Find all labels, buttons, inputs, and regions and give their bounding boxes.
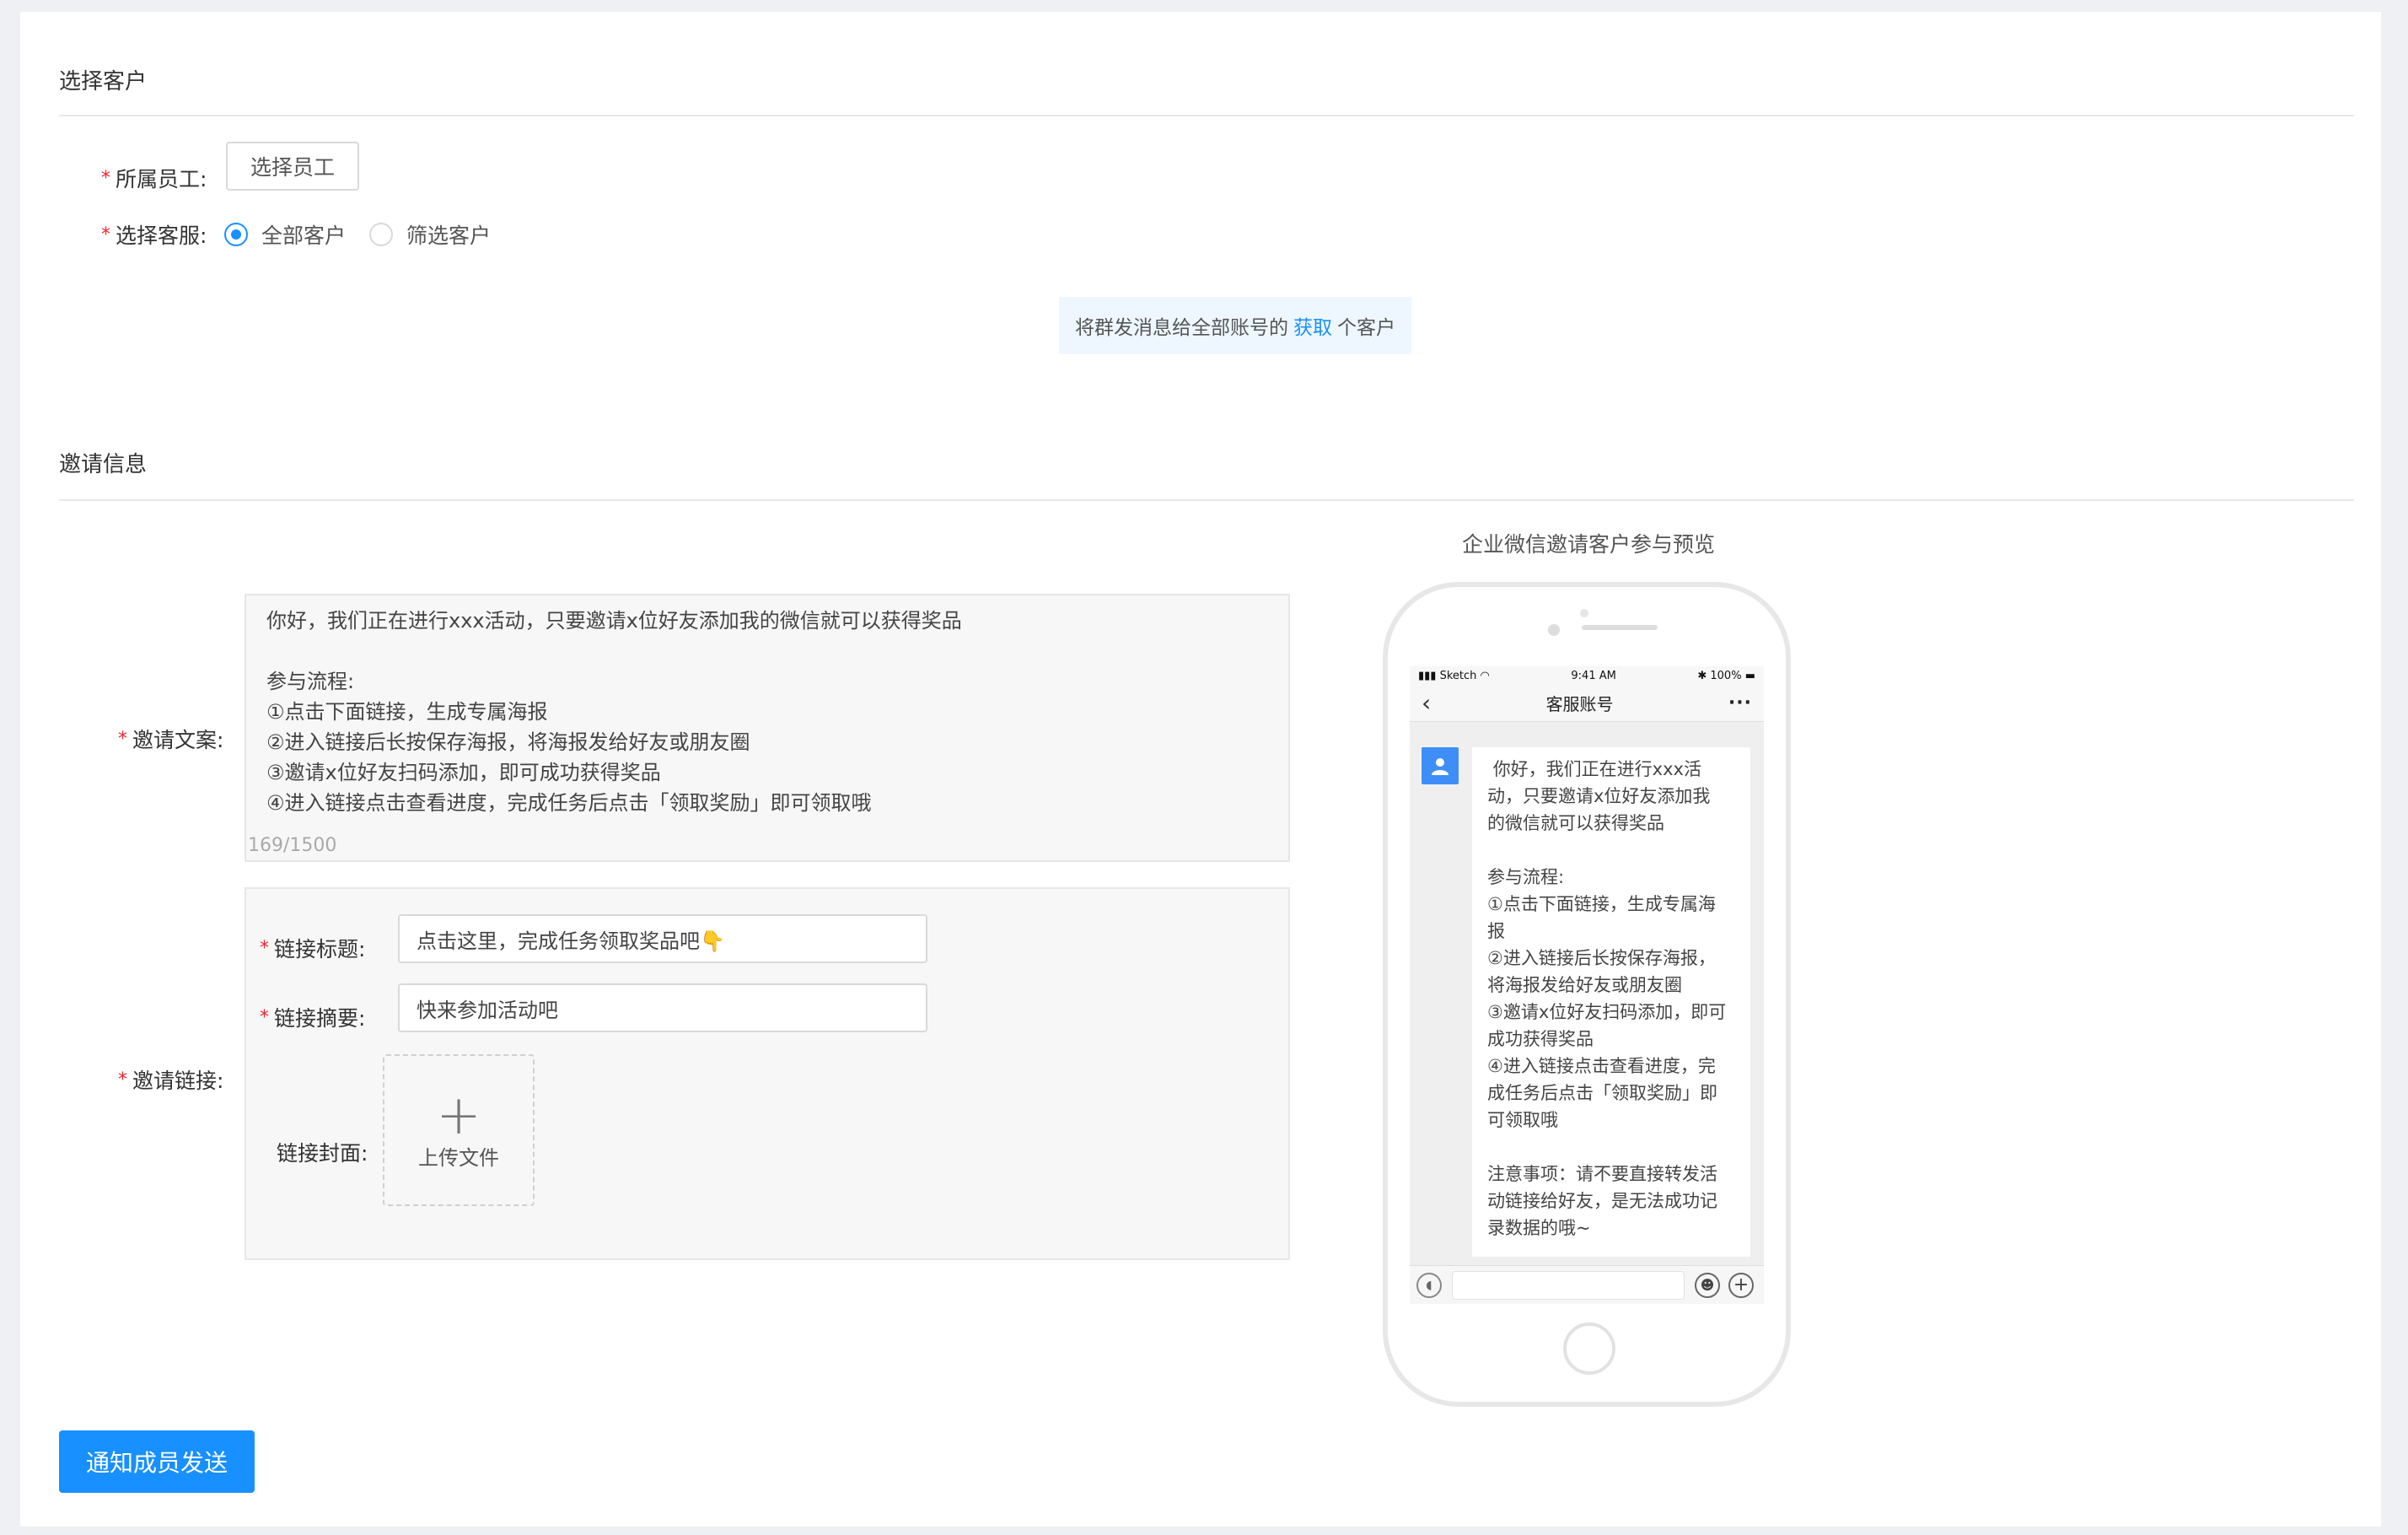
more-icon[interactable]: ···	[1728, 692, 1752, 714]
speaker-grille	[1582, 625, 1658, 630]
required-mark: *	[101, 167, 110, 189]
staff-label-text: 所属员工:	[116, 167, 207, 191]
section-title-invite-info: 邀请信息	[59, 452, 148, 477]
invite-copy-textarea[interactable]: 你好，我们正在进行xxx活动，只要邀请x位好友添加我的微信就可以获得奖品 参与流…	[245, 594, 1290, 862]
emoji-icon[interactable]: ☻	[1695, 1272, 1720, 1298]
link-title-label-text: 链接标题:	[274, 937, 366, 961]
link-title-label: * 链接标题:	[260, 931, 365, 965]
upload-label: 上传文件	[418, 1145, 499, 1170]
status-bar: ▮▮▮ Sketch ◠ 9:41 AM ✱ 100% ▬	[1410, 666, 1764, 685]
link-panel: * 链接标题: 点击这里，完成任务领取奖品吧👇 * 链接摘要: 快来参加活动吧 …	[245, 887, 1290, 1260]
invite-copy-text[interactable]: 你好，我们正在进行xxx活动，只要邀请x位好友添加我的微信就可以获得奖品 参与流…	[266, 606, 1270, 818]
chat-nav-bar: ‹ 客服账号 ···	[1410, 685, 1764, 722]
recipient-notice: 将群发消息给全部账号的 获取 个客户	[1059, 297, 1411, 354]
avatar	[1422, 747, 1459, 784]
camera-dot	[1548, 624, 1560, 636]
required-mark: *	[118, 728, 127, 750]
fetch-count-link[interactable]: 获取	[1293, 311, 1332, 340]
required-mark: *	[260, 937, 269, 959]
phone-screen: ▮▮▮ Sketch ◠ 9:41 AM ✱ 100% ▬ ‹ 客服账号 ···…	[1410, 666, 1764, 1304]
char-counter: 169/1500	[248, 835, 337, 856]
invite-link-label: * 邀请链接:	[118, 1063, 223, 1096]
chat-message-bubble: 你好，我们正在进行xxx活 动，只要邀请x位好友添加我 的微信就可以获得奖品 参…	[1472, 747, 1750, 1257]
battery-icon: ✱ 100% ▬	[1697, 669, 1755, 682]
radio-checked-icon[interactable]	[224, 223, 248, 246]
signal-icon: ▮▮▮ Sketch ◠	[1418, 669, 1490, 682]
link-summary-label: * 链接摘要:	[260, 1000, 365, 1034]
chat-text-input[interactable]	[1452, 1270, 1685, 1300]
link-summary-label-text: 链接摘要:	[274, 1006, 366, 1031]
required-mark: *	[101, 224, 110, 245]
preview-title: 企业微信邀请客户参与预览	[1461, 532, 1715, 557]
plus-circle-icon[interactable]: +	[1728, 1272, 1754, 1298]
phone-mockup: ▮▮▮ Sketch ◠ 9:41 AM ✱ 100% ▬ ‹ 客服账号 ···…	[1383, 582, 1791, 1407]
select-staff-button[interactable]: 选择员工	[226, 142, 359, 191]
divider	[59, 115, 2354, 116]
link-cover-label: 链接封面:	[277, 1141, 368, 1166]
required-mark: *	[118, 1069, 127, 1091]
notice-text: 将群发消息给全部账号的	[1075, 317, 1288, 339]
invite-copy-label: * 邀请文案:	[118, 722, 223, 756]
divider	[59, 499, 2354, 501]
radio-all-customers[interactable]: 全部客户	[224, 216, 346, 253]
radio-all-label: 全部客户	[261, 224, 347, 248]
staff-label: * 所属员工:	[101, 154, 207, 202]
service-label-text: 选择客服:	[116, 224, 207, 248]
required-mark: *	[260, 1006, 269, 1028]
radio-unchecked-icon[interactable]	[369, 223, 393, 246]
user-icon	[1432, 758, 1449, 775]
plus-icon: +	[436, 1084, 481, 1147]
chat-title: 客服账号	[1545, 694, 1614, 714]
radio-filter-label: 筛选客户	[406, 224, 492, 248]
notice-suffix: 个客户	[1337, 317, 1395, 339]
chat-input-bar: ◖ ☻ +	[1410, 1265, 1764, 1304]
home-button	[1563, 1322, 1615, 1375]
invite-copy-label-text: 邀请文案:	[132, 728, 224, 752]
voice-icon[interactable]: ◖	[1416, 1272, 1442, 1298]
status-time: 9:41 AM	[1571, 669, 1616, 682]
link-title-input[interactable]: 点击这里，完成任务领取奖品吧👇	[398, 914, 927, 963]
link-summary-input[interactable]: 快来参加活动吧	[398, 983, 927, 1032]
section-title-select-customer: 选择客户	[59, 69, 148, 94]
back-chevron-icon[interactable]: ‹	[1422, 689, 1431, 717]
service-label: * 选择客服:	[101, 216, 207, 253]
notify-send-button[interactable]: 通知成员发送	[59, 1430, 255, 1493]
radio-filter-customers[interactable]: 筛选客户	[369, 216, 491, 253]
invite-link-label-text: 邀请链接:	[132, 1069, 224, 1093]
sensor-dot	[1580, 609, 1588, 617]
upload-file-button[interactable]: + 上传文件	[383, 1054, 535, 1206]
main-card: 选择客户 * 所属员工: 选择员工 * 选择客服: 全部客户 筛选客户 将群发消…	[20, 12, 2381, 1527]
